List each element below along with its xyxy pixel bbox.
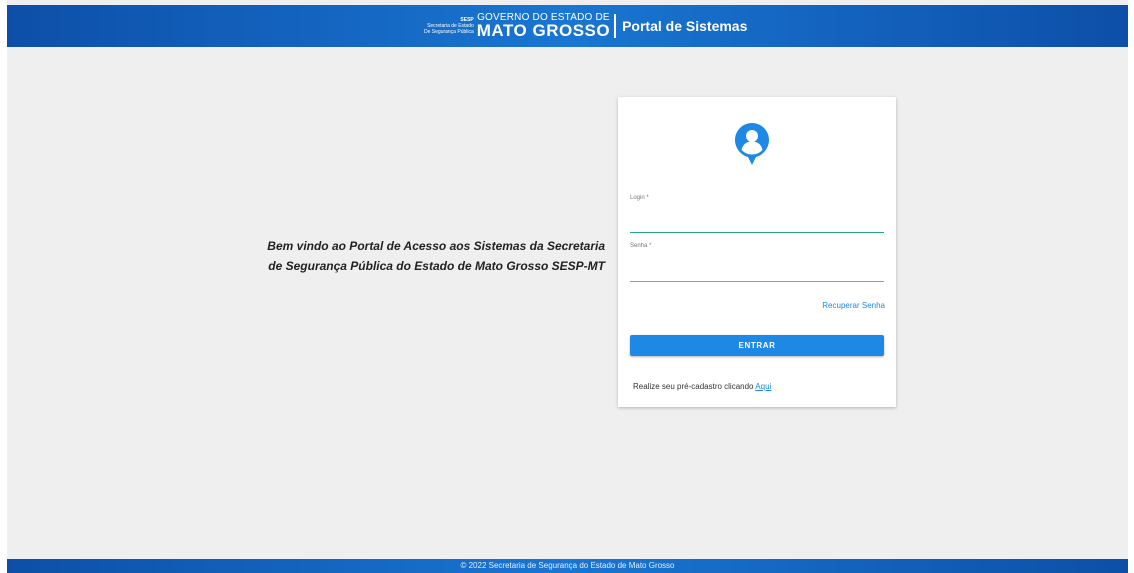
login-button[interactable]: ENTRAR xyxy=(630,335,884,356)
state-name: MATO GROSSO xyxy=(476,21,611,40)
password-label: Senha * xyxy=(630,243,652,249)
secretaria-label: SESP Secretaria de Estado De Segurança P… xyxy=(424,17,474,35)
pre-registration-text: Realize seu pré-cadastro clicando Aqui xyxy=(633,382,771,391)
brand-logo: SESP Secretaria de Estado De Segurança P… xyxy=(424,11,747,41)
top-header: SESP Secretaria de Estado De Segurança P… xyxy=(7,5,1128,47)
brand-divider xyxy=(614,14,617,38)
portal-title: Portal de Sistemas xyxy=(622,18,748,34)
user-pin-icon xyxy=(735,123,769,165)
pre-registration-label: Realize seu pré-cadastro clicando xyxy=(633,382,754,391)
page-frame: SESP Secretaria de Estado De Segurança P… xyxy=(7,0,1128,573)
password-input[interactable] xyxy=(630,258,884,276)
pre-registration-link[interactable]: Aqui xyxy=(755,382,771,391)
login-card: Login * Senha * Recuperar Senha ENTRAR R… xyxy=(618,97,896,407)
footer-copyright: © 2022 Secretaria de Segurança do Estado… xyxy=(7,559,1128,573)
login-underline xyxy=(630,232,884,233)
login-label: Login * xyxy=(630,195,649,201)
welcome-message: Bem vindo ao Portal de Acesso aos Sistem… xyxy=(267,239,605,273)
login-input[interactable] xyxy=(630,209,884,227)
government-label: GOVERNO DO ESTADO DE MATO GROSSO xyxy=(476,13,611,40)
password-underline xyxy=(630,281,884,282)
recover-password-link[interactable]: Recuperar Senha xyxy=(822,301,885,310)
secretaria-line2: De Segurança Pública xyxy=(424,29,474,35)
